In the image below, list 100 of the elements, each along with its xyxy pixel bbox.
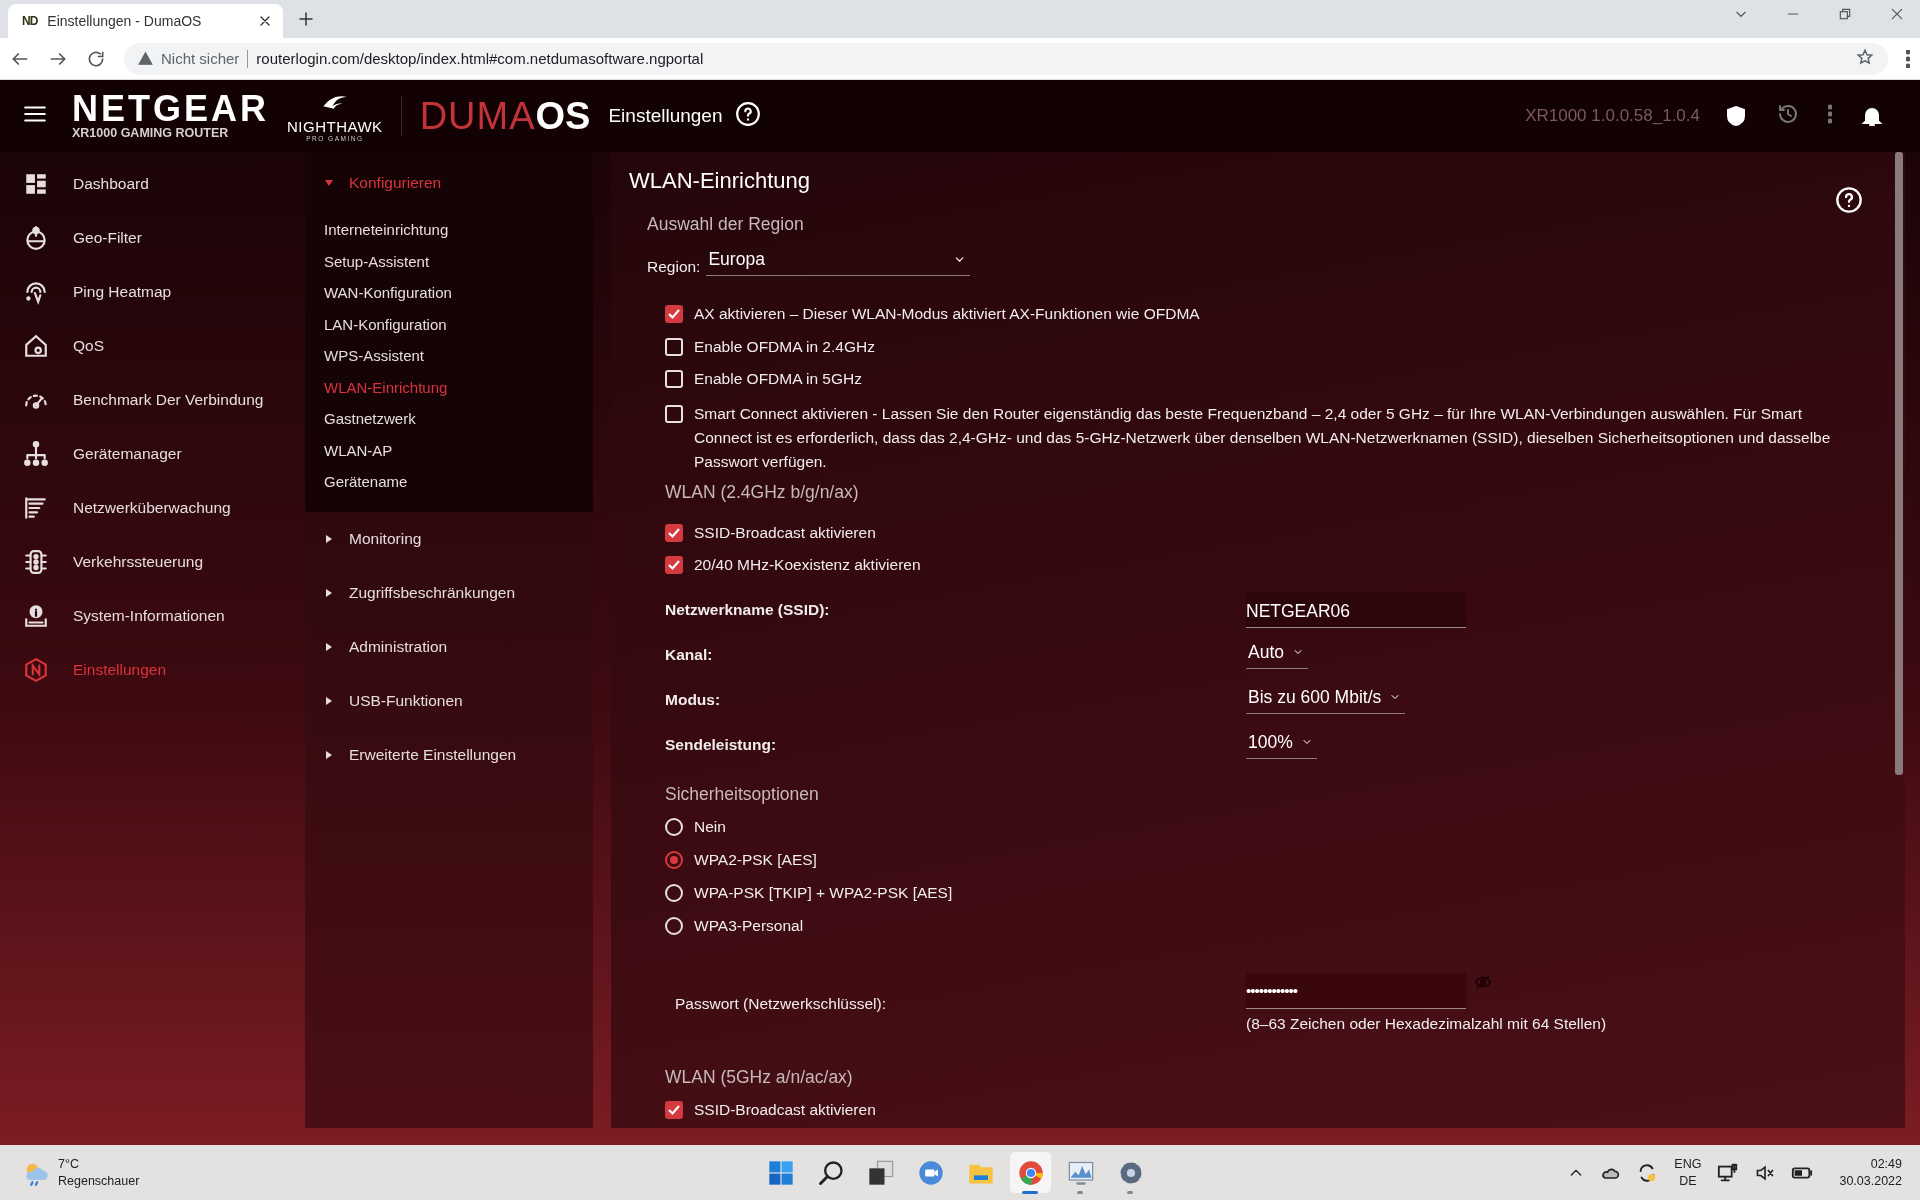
checkbox-label: Smart Connect aktivieren - Lassen Sie den Router eigenständig das beste Frequenzband – 2,4 oder 5 GHz – für Ihre WLAN-Verbindungen auswählen. Für Smart Connect ist es erforderlich, dass das 2,4-GHz- und das 5-GHz-Netzwerk über denselben WLAN-Netzwerknamen (SSID), dieselben Sicherheitsoptionen und dasselbe Passwort verfügen.: [694, 403, 1832, 472]
field-label: Netzwerkname (SSID):: [665, 601, 831, 619]
input-language[interactable]: ENG: [1674, 1155, 1702, 1173]
help-icon: [1835, 186, 1863, 214]
checkbox[interactable]: [665, 305, 683, 324]
submenu-group[interactable]: Administration: [305, 619, 593, 674]
signal-arcs-icon: [23, 279, 49, 305]
keyboard-layout[interactable]: DE: [1679, 1172, 1697, 1190]
field-label: Kanal:: [665, 646, 714, 664]
sidebar-item[interactable]: System-Informationen: [0, 589, 288, 643]
submenu-item[interactable]: Setup-Assistent: [305, 245, 593, 277]
submenu-item[interactable]: Gerätename: [305, 466, 593, 498]
checkbox-label: SSID-Broadcast aktivieren: [694, 523, 876, 542]
ssid-field[interactable]: NETGEAR06: [1246, 592, 1466, 628]
sidebar-item[interactable]: Netzwerküberwachung: [0, 481, 288, 535]
sidebar-item[interactable]: Ping Heatmap: [0, 265, 288, 319]
password-hint: (8–63 Zeichen oder Hexadezimalzahl mit 64 Stellen): [1246, 1014, 1607, 1033]
password-field[interactable]: ••••••••••••: [1246, 972, 1466, 1009]
submenu-group[interactable]: Erweiterte Einstellungen: [305, 727, 593, 782]
submenu-item[interactable]: WLAN-Einrichtung: [305, 371, 593, 403]
submenu-item[interactable]: Interneteinrichtung: [305, 214, 593, 246]
checkbox[interactable]: [665, 556, 683, 575]
hexagon-n-icon: [23, 657, 49, 683]
star-icon: [1856, 48, 1874, 66]
windows-start-icon: [766, 1158, 795, 1187]
field-label: Passwort (Netzwerkschlüssel):: [674, 993, 888, 1014]
submenu-group[interactable]: Zugriffsbeschränkungen: [305, 565, 593, 620]
weather-condition: Regenschauer: [58, 1172, 140, 1190]
radio-label: WPA-PSK [TKIP] + WPA2-PSK [AES]: [694, 884, 953, 902]
dropdown[interactable]: Bis zu 600 Mbit/s: [1246, 686, 1406, 714]
submenu-group[interactable]: Konfigurieren: [305, 152, 593, 214]
help-icon: [734, 101, 761, 127]
submenu-item[interactable]: WPS-Assistent: [305, 340, 593, 372]
checkbox[interactable]: [665, 523, 683, 542]
submenu-item[interactable]: Gastnetzwerk: [305, 403, 593, 435]
url-text: routerlogin.com/desktop/index.html#com.netdumasoftware.ngportal: [256, 50, 704, 67]
scrollbar[interactable]: [1895, 152, 1903, 775]
eye-slash-icon: [1472, 972, 1494, 991]
model-name: XR1000 GAMING ROUTER: [72, 126, 230, 140]
network-tree-icon: [23, 441, 49, 467]
section-heading: WLAN (5GHz a/n/ac/ax): [665, 1066, 854, 1088]
shield-icon: [1724, 104, 1748, 128]
clock-time[interactable]: 02:49: [1870, 1155, 1902, 1173]
checkbox[interactable]: [665, 1100, 683, 1119]
address-bar[interactable]: Nicht sicher routerlogin.com/desktop/index.html#com.netdumasoftware.ngportal: [124, 42, 1888, 75]
sidebar-item[interactable]: QoS: [0, 319, 288, 373]
network-icon: [1717, 1161, 1740, 1184]
radio-button[interactable]: [665, 851, 683, 869]
firmware-version: XR1000 1.0.0.58_1.0.4: [1525, 106, 1700, 126]
search-icon: [816, 1158, 845, 1187]
radio-label: WPA2-PSK [AES]: [694, 851, 817, 869]
field-label: Modus:: [665, 691, 722, 709]
traffic-light-icon: [23, 549, 49, 575]
section-heading: Sicherheitsoptionen: [665, 783, 820, 805]
more-icon: [1906, 49, 1910, 68]
checkbox-label: AX aktivieren – Dieser WLAN-Modus aktiviert AX-Funktionen wie OFDMA: [694, 305, 1200, 324]
section-heading: Auswahl der Region: [647, 214, 805, 235]
chat-icon: [916, 1158, 945, 1187]
info-icon: [23, 603, 49, 629]
submenu-item[interactable]: LAN-Konfiguration: [305, 308, 593, 340]
browser-tab[interactable]: ND Einstellungen - DumaOS: [8, 4, 283, 38]
close-icon: [1890, 7, 1904, 21]
sidebar-item[interactable]: Einstellungen: [0, 643, 288, 697]
radio-label: WPA3-Personal: [694, 917, 804, 935]
submenu-group[interactable]: USB-Funktionen: [305, 673, 593, 728]
history-icon: [1776, 102, 1800, 126]
dashboard-icon: [23, 171, 49, 197]
submenu-group[interactable]: Monitoring: [305, 511, 593, 566]
sidebar-item[interactable]: Benchmark Der Verbindung: [0, 373, 288, 427]
checkbox-label: Enable OFDMA in 2.4GHz: [694, 337, 875, 356]
sidebar-item[interactable]: Verkehrssteuerung: [0, 535, 288, 589]
task-view-icon: [866, 1158, 895, 1187]
region-dropdown[interactable]: Europa: [706, 249, 971, 276]
new-tab-icon: [297, 10, 315, 28]
page-title: Einstellungen: [608, 105, 723, 127]
clock-date[interactable]: 30.03.2022: [1839, 1172, 1902, 1190]
brand-logo: NETGEAR: [72, 92, 269, 126]
sidebar-item[interactable]: Gerätemanager: [0, 427, 288, 481]
globe-pin-icon: [23, 225, 49, 251]
sidebar-item[interactable]: Dashboard: [0, 157, 288, 211]
dropdown[interactable]: Auto: [1246, 641, 1308, 669]
sidebar-item[interactable]: Geo-Filter: [0, 211, 288, 265]
weather-temperature: 7°C: [58, 1155, 80, 1173]
submenu-item[interactable]: WAN-Konfiguration: [305, 277, 593, 309]
restore-icon: [1838, 7, 1852, 21]
content-title: WLAN-Einrichtung: [629, 168, 811, 194]
product-logo-prefix: DUMA: [419, 94, 536, 138]
dropdown[interactable]: 100%: [1246, 731, 1317, 759]
checkbox-label: SSID-Broadcast aktivieren: [694, 1100, 876, 1119]
field-label: Sendeleistung:: [665, 736, 778, 754]
more-icon: [1828, 104, 1832, 124]
security-label: Nicht sicher: [161, 50, 240, 67]
list-lines-icon: [23, 495, 49, 521]
checkbox-label: 20/40 MHz-Koexistenz aktivieren: [694, 556, 921, 575]
submenu-item[interactable]: WLAN-AP: [305, 434, 593, 466]
product-logo-suffix: OS: [535, 94, 591, 138]
sub-brand-logo: NIGHTHAWK: [287, 118, 383, 135]
browser-icon: [1016, 1158, 1045, 1187]
radio-label: Nein: [694, 818, 726, 836]
warning-icon: [138, 51, 153, 66]
